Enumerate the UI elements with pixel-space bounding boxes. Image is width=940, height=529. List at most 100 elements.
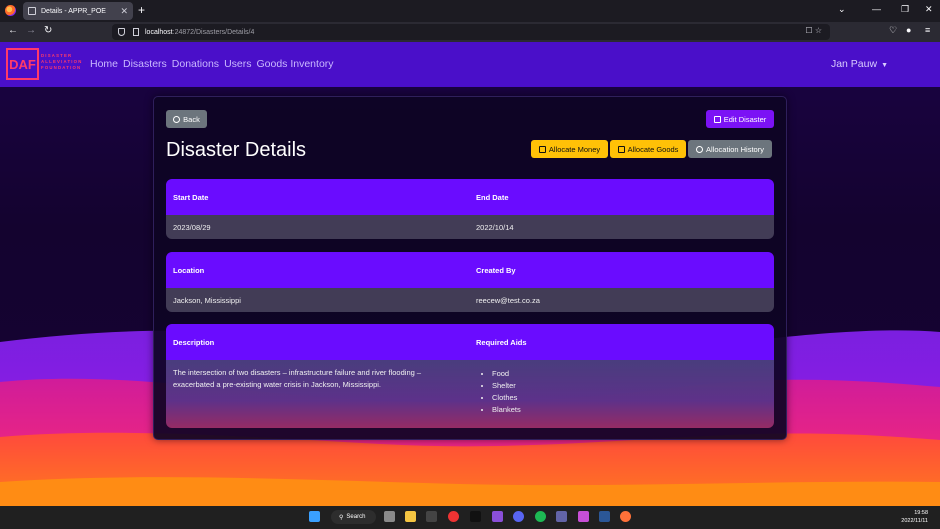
- allocate-money-label: Allocate Money: [548, 144, 601, 154]
- allocation-history-label: Allocation History: [706, 144, 764, 154]
- list-item: Shelter: [492, 380, 774, 392]
- menu-icon[interactable]: ≡: [925, 25, 930, 35]
- allocate-goods-label: Allocate Goods: [627, 144, 679, 154]
- firefox-icon: [5, 5, 16, 16]
- minimize-button[interactable]: —: [872, 4, 881, 14]
- app-icon[interactable]: [578, 511, 589, 522]
- nav-users[interactable]: Users: [224, 58, 251, 70]
- taskbar-search[interactable]: ⚲ Search: [331, 510, 376, 524]
- created-by-value: reecew@test.co.za: [476, 295, 540, 305]
- required-aids-header: Required Aids: [476, 337, 527, 347]
- allocate-money-button[interactable]: Allocate Money: [531, 140, 608, 158]
- terminal-icon[interactable]: [426, 511, 437, 522]
- page-title: Disaster Details: [166, 139, 307, 161]
- table-row: The intersection of two disasters – infr…: [166, 360, 774, 428]
- back-button[interactable]: Back: [166, 110, 207, 128]
- list-item: Clothes: [492, 392, 774, 404]
- page-viewport: DAF DISASTER ALLEVIATION FOUNDATION Home…: [0, 42, 940, 506]
- url-path: :24872/Disasters/Details/4: [172, 28, 255, 36]
- discord-icon[interactable]: [513, 511, 524, 522]
- back-label: Back: [183, 114, 200, 124]
- nav-donations[interactable]: Donations: [172, 58, 219, 70]
- logo-text: DISASTER ALLEVIATION FOUNDATION: [41, 53, 83, 71]
- new-tab-button[interactable]: +: [138, 3, 145, 17]
- teams-icon[interactable]: [556, 511, 567, 522]
- bookmark-star-icon[interactable]: ☐ ☆: [805, 26, 822, 35]
- window-close-button[interactable]: ✕: [925, 4, 933, 15]
- system-clock[interactable]: 19:58 2022/11/11: [901, 509, 928, 525]
- edit-disaster-button[interactable]: Edit Disaster: [706, 110, 774, 128]
- file-explorer-icon[interactable]: [405, 511, 416, 522]
- money-icon: [538, 145, 546, 153]
- spotify-icon[interactable]: [535, 511, 546, 522]
- clock-date: 2022/11/11: [901, 518, 928, 524]
- clock-time: 19:58: [914, 510, 928, 516]
- location-table: Location Created By Jackson, Mississippi…: [166, 252, 774, 312]
- nav-home[interactable]: Home: [90, 58, 118, 70]
- forward-arrow-icon[interactable]: →: [26, 25, 36, 36]
- back-arrow-icon[interactable]: ←: [8, 25, 18, 36]
- description-value: The intersection of two disasters – infr…: [173, 368, 422, 389]
- list-item: Food: [492, 368, 774, 380]
- tab-list-icon[interactable]: ⌄: [838, 4, 846, 15]
- browser-tab-bar: Details - APPR_POE ✕ + ⌄ — ❐ ✕: [0, 0, 940, 22]
- visual-studio-icon[interactable]: [492, 511, 503, 522]
- description-table: Description Required Aids The intersecti…: [166, 324, 774, 428]
- end-date-header: End Date: [476, 192, 509, 202]
- location-value: Jackson, Mississippi: [173, 295, 241, 305]
- pocket-icon[interactable]: ♡: [889, 25, 897, 36]
- dates-table: Start Date End Date 2023/08/29 2022/10/1…: [166, 179, 774, 239]
- browser-tab[interactable]: Details - APPR_POE ✕: [23, 2, 133, 20]
- os-taskbar: ⚲ Search 19:58 2022/11/11: [0, 506, 940, 529]
- logo-line-3: FOUNDATION: [41, 65, 82, 70]
- windows-start-icon[interactable]: [309, 511, 320, 522]
- edit-label: Edit Disaster: [723, 114, 767, 124]
- start-date-header: Start Date: [173, 192, 209, 202]
- firefox-taskbar-icon[interactable]: [620, 511, 631, 522]
- account-icon[interactable]: ●: [906, 25, 911, 35]
- list-item: Blankets: [492, 404, 774, 416]
- required-aids-cell: Food Shelter Clothes Blankets: [470, 367, 774, 416]
- table-header: Description Required Aids: [166, 324, 774, 360]
- description-header: Description: [173, 337, 215, 347]
- tab-title: Details - APPR_POE: [41, 7, 106, 15]
- nav-goods-inventory[interactable]: Goods Inventory: [256, 58, 333, 70]
- search-icon: ⚲: [339, 514, 344, 521]
- allocation-history-button[interactable]: Allocation History: [688, 140, 772, 158]
- word-icon[interactable]: [599, 511, 610, 522]
- location-header: Location: [173, 265, 205, 275]
- page-favicon-icon: [28, 7, 36, 15]
- user-name: Jan Pauw: [830, 58, 878, 70]
- table-row: 2023/08/29 2022/10/14: [166, 215, 774, 239]
- table-row: Jackson, Mississippi reecew@test.co.za: [166, 288, 774, 312]
- reload-icon[interactable]: ↻: [44, 25, 52, 36]
- created-by-header: Created By: [476, 265, 516, 275]
- clock-icon: [696, 145, 704, 153]
- table-header: Location Created By: [166, 252, 774, 288]
- start-date-value: 2023/08/29: [173, 222, 211, 232]
- url-bar[interactable]: localhost:24872/Disasters/Details/4 ☐ ☆: [112, 24, 830, 40]
- allocate-goods-button[interactable]: Allocate Goods: [610, 140, 686, 158]
- back-circle-icon: [173, 115, 181, 123]
- restore-button[interactable]: ❐: [901, 4, 909, 15]
- url-host: localhost: [145, 28, 173, 36]
- end-date-value: 2022/10/14: [476, 222, 514, 232]
- task-view-icon[interactable]: [384, 511, 395, 522]
- daf-logo[interactable]: DAF: [6, 48, 39, 80]
- box-icon: [617, 145, 625, 153]
- opera-icon[interactable]: [448, 511, 459, 522]
- main-nav: Home Disasters Donations Users Goods Inv…: [90, 58, 339, 70]
- tracking-shield-icon[interactable]: [118, 28, 125, 36]
- app-icon[interactable]: [470, 511, 481, 522]
- nav-disasters[interactable]: Disasters: [123, 58, 167, 70]
- app-navbar: DAF DISASTER ALLEVIATION FOUNDATION Home…: [0, 42, 940, 87]
- user-menu[interactable]: Jan Pauw ▼: [831, 58, 888, 70]
- taskbar-search-label: Search: [346, 514, 366, 520]
- details-card: Back Edit Disaster Disaster Details Allo…: [153, 96, 787, 440]
- close-tab-icon[interactable]: ✕: [120, 6, 128, 17]
- browser-toolbar: ← → ↻ localhost:24872/Disasters/Details/…: [0, 22, 940, 42]
- table-header: Start Date End Date: [166, 179, 774, 215]
- required-aids-list: Food Shelter Clothes Blankets: [476, 368, 774, 416]
- caret-down-icon: ▼: [881, 62, 888, 69]
- page-info-icon[interactable]: [133, 28, 139, 36]
